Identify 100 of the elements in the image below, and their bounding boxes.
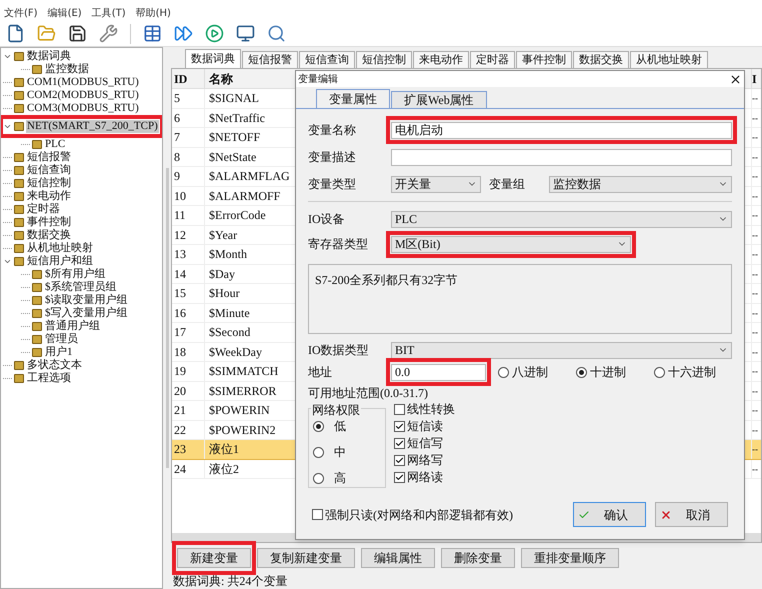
- tree-item[interactable]: 用户1: [44, 346, 74, 359]
- toolbar-icon[interactable]: [68, 24, 87, 43]
- toolbar-icon[interactable]: [6, 24, 25, 43]
- confirm-button[interactable]: 确认: [573, 502, 646, 527]
- tab[interactable]: 变量属性: [316, 89, 390, 108]
- tree-item[interactable]: COM1(MODBUS_RTU): [26, 76, 140, 89]
- node-icon: [14, 244, 24, 253]
- table-cell-text: 17: [173, 324, 187, 341]
- table-cell-text: 7: [173, 129, 181, 146]
- tree-item[interactable]: $所有用户组: [44, 268, 106, 281]
- tab[interactable]: 来电动作: [413, 51, 469, 68]
- radio-option[interactable]: 中: [313, 443, 385, 461]
- tree-item[interactable]: 从机地址映射: [26, 242, 94, 255]
- table-cell-text: 22: [173, 422, 187, 438]
- checkbox-option[interactable]: 线性转换: [394, 402, 455, 416]
- node-icon: [14, 166, 24, 175]
- tree-item[interactable]: 定时器: [26, 203, 61, 216]
- table-cell-text: 6: [173, 110, 181, 126]
- tree-item[interactable]: $读取变量用户组: [44, 294, 128, 307]
- dropdown[interactable]: PLC: [391, 210, 732, 228]
- tab[interactable]: 从机地址映射: [630, 51, 708, 68]
- dropdown[interactable]: 开关量: [391, 176, 481, 192]
- expand-icon[interactable]: [3, 52, 12, 61]
- menu-item[interactable]: 工具(T): [92, 6, 126, 20]
- dropdown[interactable]: 监控数据: [549, 176, 732, 192]
- tree-item[interactable]: $系统管理员组: [44, 281, 118, 294]
- menu-item[interactable]: 编辑(E): [48, 6, 82, 20]
- cross-icon: [660, 508, 672, 520]
- checkbox-option[interactable]: 强制只读(对网络和内部逻辑都有效): [312, 506, 573, 524]
- table-cell-text: 10: [173, 188, 187, 204]
- tab[interactable]: 定时器: [470, 51, 515, 68]
- close-icon[interactable]: [729, 72, 742, 86]
- tree-item[interactable]: 短信查询: [26, 164, 72, 177]
- expand-icon[interactable]: [3, 122, 12, 131]
- splitter-handle[interactable]: [166, 168, 168, 468]
- tree-item[interactable]: $写入变量用户组: [44, 307, 128, 320]
- tab[interactable]: 短信报警: [242, 51, 298, 68]
- table-cell: --: [751, 186, 761, 205]
- node-icon: [14, 153, 24, 162]
- table-cell: --: [751, 460, 761, 478]
- action-button[interactable]: 重排变量顺序: [521, 548, 619, 568]
- cancel-button[interactable]: 取消: [655, 502, 728, 527]
- input-field[interactable]: 电机启动: [391, 122, 732, 138]
- node-icon: [14, 374, 24, 383]
- table-cell-text: 20: [173, 382, 187, 400]
- tab[interactable]: 数据交换: [573, 51, 629, 68]
- node-icon: [32, 283, 42, 292]
- tree-item[interactable]: 数据交换: [26, 229, 72, 242]
- table-cell-text: 18: [173, 344, 187, 360]
- checkbox-option[interactable]: 短信读: [394, 419, 455, 433]
- radio-option[interactable]: 八进制: [498, 363, 548, 381]
- expand-icon[interactable]: [3, 257, 12, 266]
- tree-item[interactable]: 普通用户组: [44, 320, 101, 333]
- tree-item[interactable]: NET(SMART_S7_200_TCP): [26, 120, 159, 133]
- menu-item[interactable]: 帮助(H): [136, 6, 171, 20]
- input-field[interactable]: 0.0: [391, 364, 486, 380]
- node-icon: [32, 296, 42, 305]
- tree-item[interactable]: 工程选项: [26, 372, 72, 385]
- table-cell: --: [751, 304, 761, 322]
- table-cell: --: [751, 264, 761, 283]
- table-cell: --: [751, 401, 761, 420]
- tab[interactable]: 短信查询: [299, 51, 355, 68]
- tree-item[interactable]: 短信报警: [26, 151, 72, 164]
- radio-option[interactable]: 十六进制: [654, 363, 716, 381]
- info-text-area: S7-200全系列都只有32字节: [308, 264, 732, 334]
- action-button[interactable]: 新建变量: [177, 548, 251, 568]
- action-button[interactable]: 删除变量: [441, 548, 515, 568]
- tree-item[interactable]: 短信控制: [26, 177, 72, 190]
- tab[interactable]: 事件控制: [516, 51, 572, 68]
- tree-item[interactable]: COM2(MODBUS_RTU): [26, 89, 140, 102]
- tree-item[interactable]: 监控数据: [44, 63, 90, 76]
- toolbar-icon[interactable]: [236, 24, 255, 43]
- tree-item[interactable]: 多状态文本: [26, 359, 83, 372]
- action-button[interactable]: 复制新建变量: [257, 548, 355, 568]
- menu-item[interactable]: 文件(F): [4, 6, 38, 20]
- tab[interactable]: 短信控制: [356, 51, 412, 68]
- tab[interactable]: 扩展Web属性: [391, 91, 487, 108]
- column-header[interactable]: ID: [172, 69, 204, 88]
- dropdown[interactable]: BIT: [391, 342, 732, 358]
- radio-option[interactable]: 十进制: [576, 363, 626, 381]
- table-cell: --: [751, 148, 761, 166]
- column-header[interactable]: I: [751, 69, 761, 88]
- toolbar-icon[interactable]: [143, 24, 162, 43]
- field-label: 变量描述: [308, 149, 357, 166]
- table-cell-text: 23: [173, 441, 187, 458]
- table-cell-text: 19: [173, 363, 187, 380]
- tree-item[interactable]: COM3(MODBUS_RTU): [26, 102, 140, 115]
- tree-item[interactable]: 数据词典: [26, 50, 72, 63]
- node-icon: [32, 270, 42, 279]
- tree-item[interactable]: 事件控制: [26, 216, 72, 229]
- input-field[interactable]: [391, 148, 732, 166]
- tab[interactable]: 数据词典: [185, 49, 241, 68]
- action-button[interactable]: 编辑属性: [361, 548, 435, 568]
- node-icon: [14, 179, 24, 188]
- tree-item[interactable]: 管理员: [44, 333, 79, 346]
- dropdown[interactable]: M区(Bit): [391, 236, 631, 252]
- table-cell: --: [751, 284, 761, 302]
- tree-item[interactable]: 来电动作: [26, 190, 72, 203]
- tree-item[interactable]: 短信用户和组: [26, 255, 94, 268]
- tree-item[interactable]: PLC: [44, 138, 66, 151]
